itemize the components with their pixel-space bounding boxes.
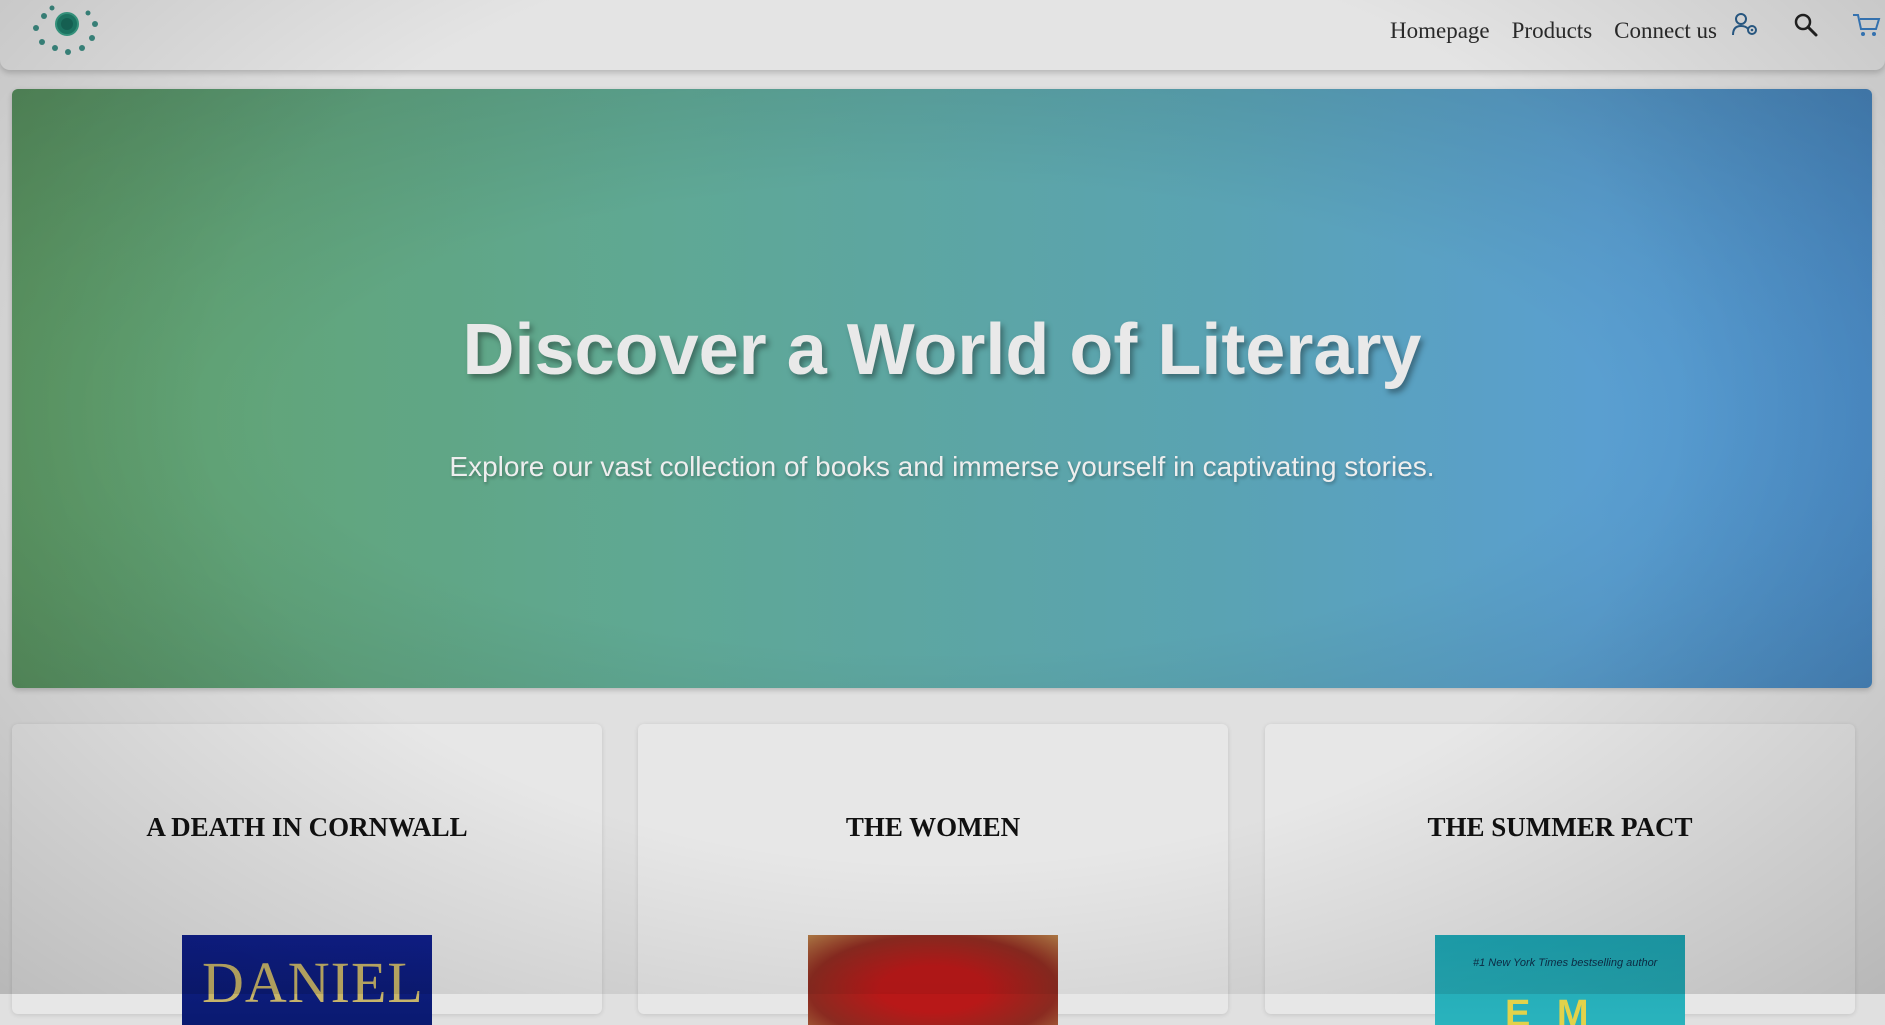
book-cover-image[interactable] <box>808 935 1058 1025</box>
cover-text: DANIEL <box>202 950 424 1015</box>
book-cover-image[interactable]: DANIEL <box>182 935 432 1025</box>
cover-text: #1 New York Times bestselling author <box>1473 957 1658 969</box>
hero-subtitle: Explore our vast collection of books and… <box>449 451 1435 482</box>
book-cover-image[interactable]: #1 New York Times bestselling author E M <box>1435 935 1685 1025</box>
logo[interactable] <box>22 0 112 60</box>
product-title[interactable]: THE WOMEN <box>638 812 1228 843</box>
cart-icon[interactable] <box>1849 8 1883 42</box>
user-settings-icon[interactable] <box>1728 8 1762 42</box>
product-card[interactable]: THE SUMMER PACT #1 New York Times bestse… <box>1265 724 1855 1025</box>
product-card[interactable]: THE WOMEN <box>638 724 1228 1025</box>
nav-link-connect-us[interactable]: Connect us <box>1614 18 1717 44</box>
product-card[interactable]: A DEATH IN CORNWALL DANIEL <box>12 724 602 1025</box>
product-title[interactable]: THE SUMMER PACT <box>1265 812 1855 843</box>
hero-title: Discover a World of Literary <box>462 310 1422 390</box>
nav-links: Homepage Products Connect us <box>1390 18 1717 44</box>
cover-author-fragment: E M <box>1505 993 1597 1025</box>
product-title[interactable]: A DEATH IN CORNWALL <box>12 812 602 843</box>
nav-link-products[interactable]: Products <box>1512 18 1593 44</box>
hero-banner: Discover a World of Literary Explore our… <box>12 89 1872 688</box>
top-navbar: Homepage Products Connect us <box>0 0 1885 70</box>
search-icon[interactable] <box>1789 8 1823 42</box>
nav-link-homepage[interactable]: Homepage <box>1390 18 1490 44</box>
